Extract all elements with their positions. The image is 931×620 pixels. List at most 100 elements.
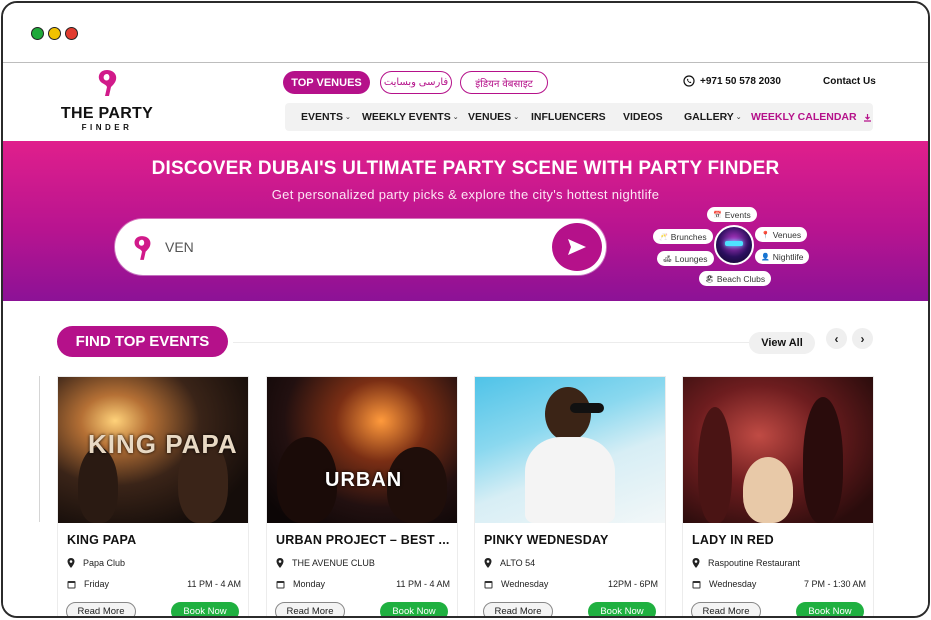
event-schedule-row: Wednesday 12PM - 6PM — [484, 579, 658, 589]
chip-events[interactable]: 📅 Events — [707, 207, 757, 222]
site-logo[interactable]: THE PARTY FINDER — [55, 68, 159, 132]
nav-gallery-label: GALLERY — [684, 111, 734, 123]
location-pin-icon — [692, 558, 700, 568]
read-more-button[interactable]: Read More — [66, 602, 136, 616]
event-card[interactable]: LADY IN RED Raspoutine Restaurant Wednes… — [682, 376, 874, 616]
event-venue: THE AVENUE CLUB — [292, 558, 375, 568]
chevron-down-icon: ⌄ — [345, 114, 351, 121]
event-venue: Papa Club — [83, 558, 126, 568]
event-day: Wednesday — [501, 579, 549, 589]
window-maximize-button[interactable] — [31, 27, 44, 40]
hero-banner: DISCOVER DUBAI'S ULTIMATE PARTY SCENE WI… — [3, 141, 928, 301]
window-minimize-button[interactable] — [48, 27, 61, 40]
calendar-icon — [484, 580, 493, 588]
event-image[interactable]: KING PAPA — [58, 377, 248, 523]
image-figure — [803, 397, 843, 523]
nav-venues[interactable]: VENUES ⌄ — [468, 111, 519, 123]
farsi-website-button[interactable]: فارسی وبسایت — [380, 71, 452, 94]
event-card[interactable]: KING PAPA KING PAPA Papa Club Friday 11 … — [57, 376, 249, 616]
event-image-text: KING PAPA — [88, 429, 238, 459]
location-pin-icon: 📍 — [761, 231, 770, 239]
beach-icon: 🏖 — [705, 275, 714, 283]
nav-influencers-label: INFLUENCERS — [531, 111, 606, 123]
book-now-button[interactable]: Book Now — [171, 602, 239, 616]
calendar-icon — [276, 580, 285, 588]
nav-weekly-calendar-label: WEEKLY CALENDAR — [751, 111, 857, 123]
event-day: Wednesday — [709, 579, 757, 589]
event-time: 12PM - 6PM — [607, 579, 658, 589]
event-schedule-row: Monday 11 PM - 4 AM — [276, 579, 450, 589]
image-figure — [545, 387, 591, 441]
event-day: Friday — [84, 579, 110, 589]
chip-lounges[interactable]: 🛋 Lounges — [657, 251, 714, 266]
search-input[interactable] — [165, 239, 535, 255]
hindi-website-button[interactable]: इंडियन वेबसाइट — [460, 71, 548, 94]
event-schedule-row: Wednesday 7 PM - 1:30 AM — [692, 579, 866, 589]
event-card[interactable]: PINKY WEDNESDAY ALTO 54 Wednesday 12PM -… — [474, 376, 666, 616]
event-image[interactable]: URBAN — [267, 377, 457, 523]
chip-nightlife[interactable]: 👤 Nightlife — [755, 249, 810, 264]
chip-lounges-label: Lounges — [674, 253, 708, 264]
carousel-next-button[interactable]: › — [852, 328, 873, 349]
contact-us-link[interactable]: Contact Us — [823, 76, 876, 87]
nav-influencers[interactable]: INFLUENCERS — [531, 111, 606, 123]
event-image[interactable] — [475, 377, 665, 523]
avatar-visor — [725, 241, 743, 246]
browser-window: THE PARTY FINDER TOP VENUES فارسی وبسایت… — [1, 1, 930, 618]
chip-brunches-label: Brunches — [670, 231, 707, 242]
nav-weekly-calendar[interactable]: WEEKLY CALENDAR — [751, 111, 872, 123]
image-figure — [525, 437, 615, 523]
hero-title: DISCOVER DUBAI'S ULTIMATE PARTY SCENE WI… — [151, 158, 780, 179]
site-header: THE PARTY FINDER TOP VENUES فارسی وبسایت… — [3, 63, 928, 141]
event-image[interactable] — [683, 377, 873, 523]
chip-beach-clubs[interactable]: 🏖 Beach Clubs — [699, 271, 772, 286]
events-icon: 📅 — [713, 211, 722, 219]
nav-events[interactable]: EVENTS ⌄ — [301, 111, 351, 123]
chevron-down-icon: ⌄ — [513, 114, 520, 121]
view-all-button[interactable]: View All — [749, 332, 815, 354]
image-figure — [698, 407, 732, 523]
event-title[interactable]: LADY IN RED — [692, 533, 868, 547]
read-more-button[interactable]: Read More — [483, 602, 553, 616]
hero-subtitle: Get personalized party picks & explore t… — [271, 187, 660, 202]
nav-venues-label: VENUES — [468, 111, 512, 123]
book-now-button[interactable]: Book Now — [380, 602, 448, 616]
phone-link[interactable]: +971 50 578 2030 — [683, 75, 781, 87]
event-image-text: URBAN — [325, 469, 403, 491]
read-more-button[interactable]: Read More — [275, 602, 345, 616]
event-title[interactable]: KING PAPA — [67, 533, 243, 547]
chip-brunches[interactable]: 🥂 Brunches — [653, 229, 713, 244]
calendar-icon — [67, 580, 76, 588]
nav-videos-label: VIDEOS — [623, 111, 663, 123]
event-venue: Raspoutine Restaurant — [708, 558, 801, 568]
book-now-button[interactable]: Book Now — [588, 602, 656, 616]
event-title[interactable]: URBAN PROJECT – BEST ... — [276, 533, 452, 547]
carousel-prev-button[interactable]: ‹ — [826, 328, 847, 349]
chip-venues[interactable]: 📍 Venues — [755, 227, 808, 242]
event-venue-row: Papa Club — [67, 558, 241, 568]
window-close-button[interactable] — [65, 27, 78, 40]
chevron-down-icon: ⌄ — [735, 114, 742, 121]
event-card[interactable]: URBAN URBAN PROJECT – BEST ... THE AVENU… — [266, 376, 458, 616]
top-venues-button[interactable]: TOP VENUES — [283, 71, 370, 94]
download-icon — [863, 113, 871, 122]
book-now-button[interactable]: Book Now — [796, 602, 864, 616]
nav-videos[interactable]: VIDEOS — [623, 111, 663, 123]
phone-number: +971 50 578 2030 — [700, 75, 781, 87]
sunglasses-icon — [570, 403, 604, 413]
chip-nightlife-label: Nightlife — [772, 251, 804, 262]
nav-weekly-events[interactable]: WEEKLY EVENTS ⌄ — [362, 111, 459, 123]
top-events-section: FIND TOP EVENTS View All ‹ › KING PAPA K… — [3, 301, 928, 616]
chip-events-label: Events — [724, 209, 751, 220]
read-more-button[interactable]: Read More — [691, 602, 761, 616]
nav-gallery[interactable]: GALLERY ⌄ — [684, 111, 742, 123]
send-arrow-icon — [568, 239, 586, 255]
location-pin-icon — [484, 558, 492, 568]
chip-beach-clubs-label: Beach Clubs — [716, 273, 766, 284]
search-submit-button[interactable] — [552, 223, 602, 271]
event-title[interactable]: PINKY WEDNESDAY — [484, 533, 660, 547]
logo-sub-text: FINDER — [81, 123, 133, 132]
event-venue: ALTO 54 — [500, 558, 536, 568]
assistant-avatar[interactable] — [714, 225, 754, 265]
event-venue-row: THE AVENUE CLUB — [276, 558, 450, 568]
